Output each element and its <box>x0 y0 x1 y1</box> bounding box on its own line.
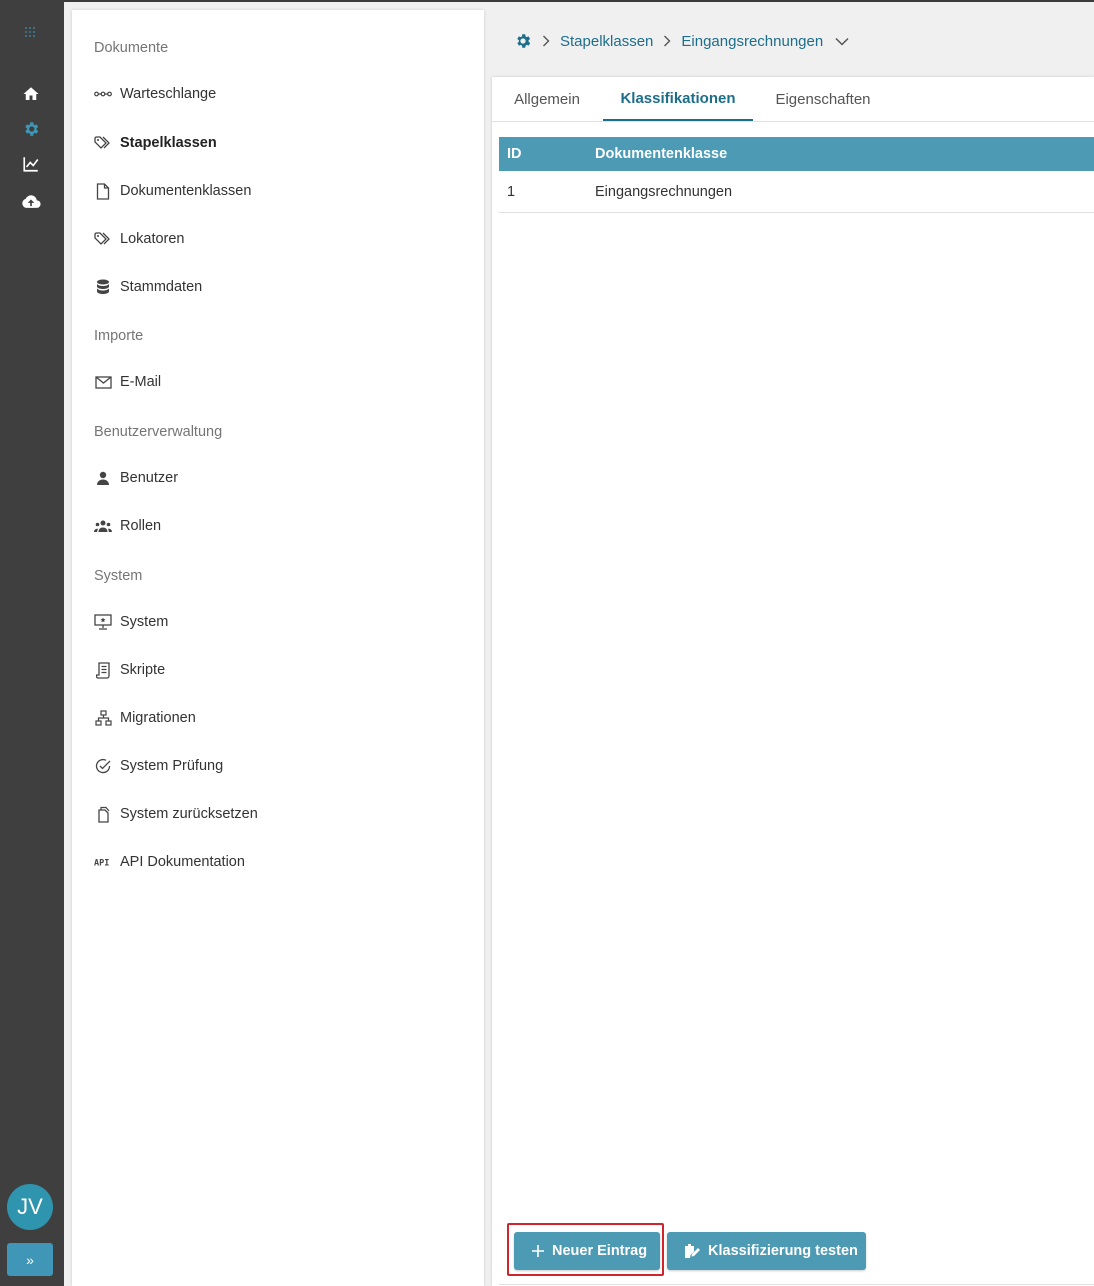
menu-item-stapelklassen[interactable]: Stapelklassen <box>94 132 217 154</box>
file-icon <box>94 182 112 200</box>
top-border <box>0 0 1094 2</box>
content-panel: Allgemein Klassifikationen Eigenschaften… <box>492 77 1094 1286</box>
home-icon[interactable] <box>20 83 42 105</box>
menu-item-email[interactable]: E-Mail <box>94 371 161 393</box>
logo-icon <box>22 24 38 40</box>
cell-id: 1 <box>507 183 516 200</box>
settings-gear-icon[interactable] <box>514 32 532 50</box>
check-circle-icon <box>94 757 112 775</box>
column-header-id[interactable]: ID <box>507 137 522 171</box>
tab-bar: Allgemein Klassifikationen Eigenschaften <box>492 77 1094 122</box>
table-row[interactable]: 1 Eingangsrechnungen <box>499 171 1094 213</box>
avatar[interactable]: JV <box>7 1184 53 1230</box>
chevron-down-icon[interactable] <box>835 37 849 46</box>
section-benutzerverwaltung: Benutzerverwaltung <box>94 424 223 440</box>
tags-icon <box>94 230 112 248</box>
breadcrumb-stapelklassen[interactable]: Stapelklassen <box>560 33 653 50</box>
menu-item-system-zuruecksetzen[interactable]: System zurücksetzen <box>94 803 258 825</box>
monitor-icon <box>94 613 112 631</box>
cloud-upload-icon[interactable] <box>20 191 42 213</box>
cell-dokumentenklasse: Eingangsrechnungen <box>595 183 733 200</box>
menu-item-system[interactable]: System <box>94 611 168 633</box>
envelope-icon <box>94 373 112 391</box>
chevron-right-icon <box>663 35 671 47</box>
user-icon <box>94 469 112 487</box>
tags-icon <box>94 134 112 152</box>
tab-klassifikationen[interactable]: Klassifikationen <box>603 77 753 121</box>
menu-item-skripte[interactable]: Skripte <box>94 659 165 681</box>
section-importe: Importe <box>94 328 144 344</box>
menu-item-migrationen[interactable]: Migrationen <box>94 707 196 729</box>
section-system: System <box>94 568 143 584</box>
menu-item-stammdaten[interactable]: Stammdaten <box>94 276 202 298</box>
test-classification-button[interactable]: Klassifizierung testen <box>667 1232 866 1270</box>
chart-icon[interactable] <box>20 153 42 175</box>
clipboard-check-icon <box>683 1243 700 1260</box>
plus-icon <box>532 1245 544 1257</box>
users-icon <box>94 517 112 535</box>
breadcrumb-eingangsrechnungen[interactable]: Eingangsrechnungen <box>681 33 823 50</box>
breadcrumb: Stapelklassen Eingangsrechnungen <box>514 30 849 52</box>
sitemap-icon <box>94 709 112 727</box>
expand-sidebar-button[interactable]: » <box>7 1243 53 1276</box>
menu-item-warteschlange[interactable]: Warteschlange <box>94 83 216 105</box>
menu-item-api-dokumentation[interactable]: API API Dokumentation <box>94 851 245 873</box>
tab-eigenschaften[interactable]: Eigenschaften <box>760 77 886 121</box>
menu-item-benutzer[interactable]: Benutzer <box>94 467 178 489</box>
section-dokumente: Dokumente <box>94 40 169 56</box>
footer-divider <box>499 1284 1094 1285</box>
new-entry-button[interactable]: Neuer Eintrag <box>514 1232 660 1270</box>
menu-item-rollen[interactable]: Rollen <box>94 515 161 537</box>
gear-icon[interactable] <box>20 118 42 140</box>
chevron-right-icon <box>542 35 550 47</box>
menu-item-dokumentenklassen[interactable]: Dokumentenklassen <box>94 180 251 202</box>
left-rail: JV » <box>0 0 64 1286</box>
database-icon <box>94 278 112 296</box>
tab-allgemein[interactable]: Allgemein <box>492 77 602 121</box>
script-icon <box>94 661 112 679</box>
queue-icon <box>94 85 112 103</box>
api-icon: API <box>94 853 112 871</box>
svg-text:API: API <box>94 859 109 868</box>
classification-table: ID Dokumentenklasse 1 Eingangsrechnungen <box>499 137 1094 213</box>
column-header-dokumentenklasse[interactable]: Dokumentenklasse <box>595 137 727 171</box>
table-header: ID Dokumentenklasse <box>499 137 1094 171</box>
menu-item-lokatoren[interactable]: Lokatoren <box>94 228 185 250</box>
menu-item-system-pruefung[interactable]: System Prüfung <box>94 755 223 777</box>
settings-menu-panel: Dokumente Warteschlange Stapelklassen Do… <box>72 10 484 1286</box>
reset-file-icon <box>94 805 112 823</box>
